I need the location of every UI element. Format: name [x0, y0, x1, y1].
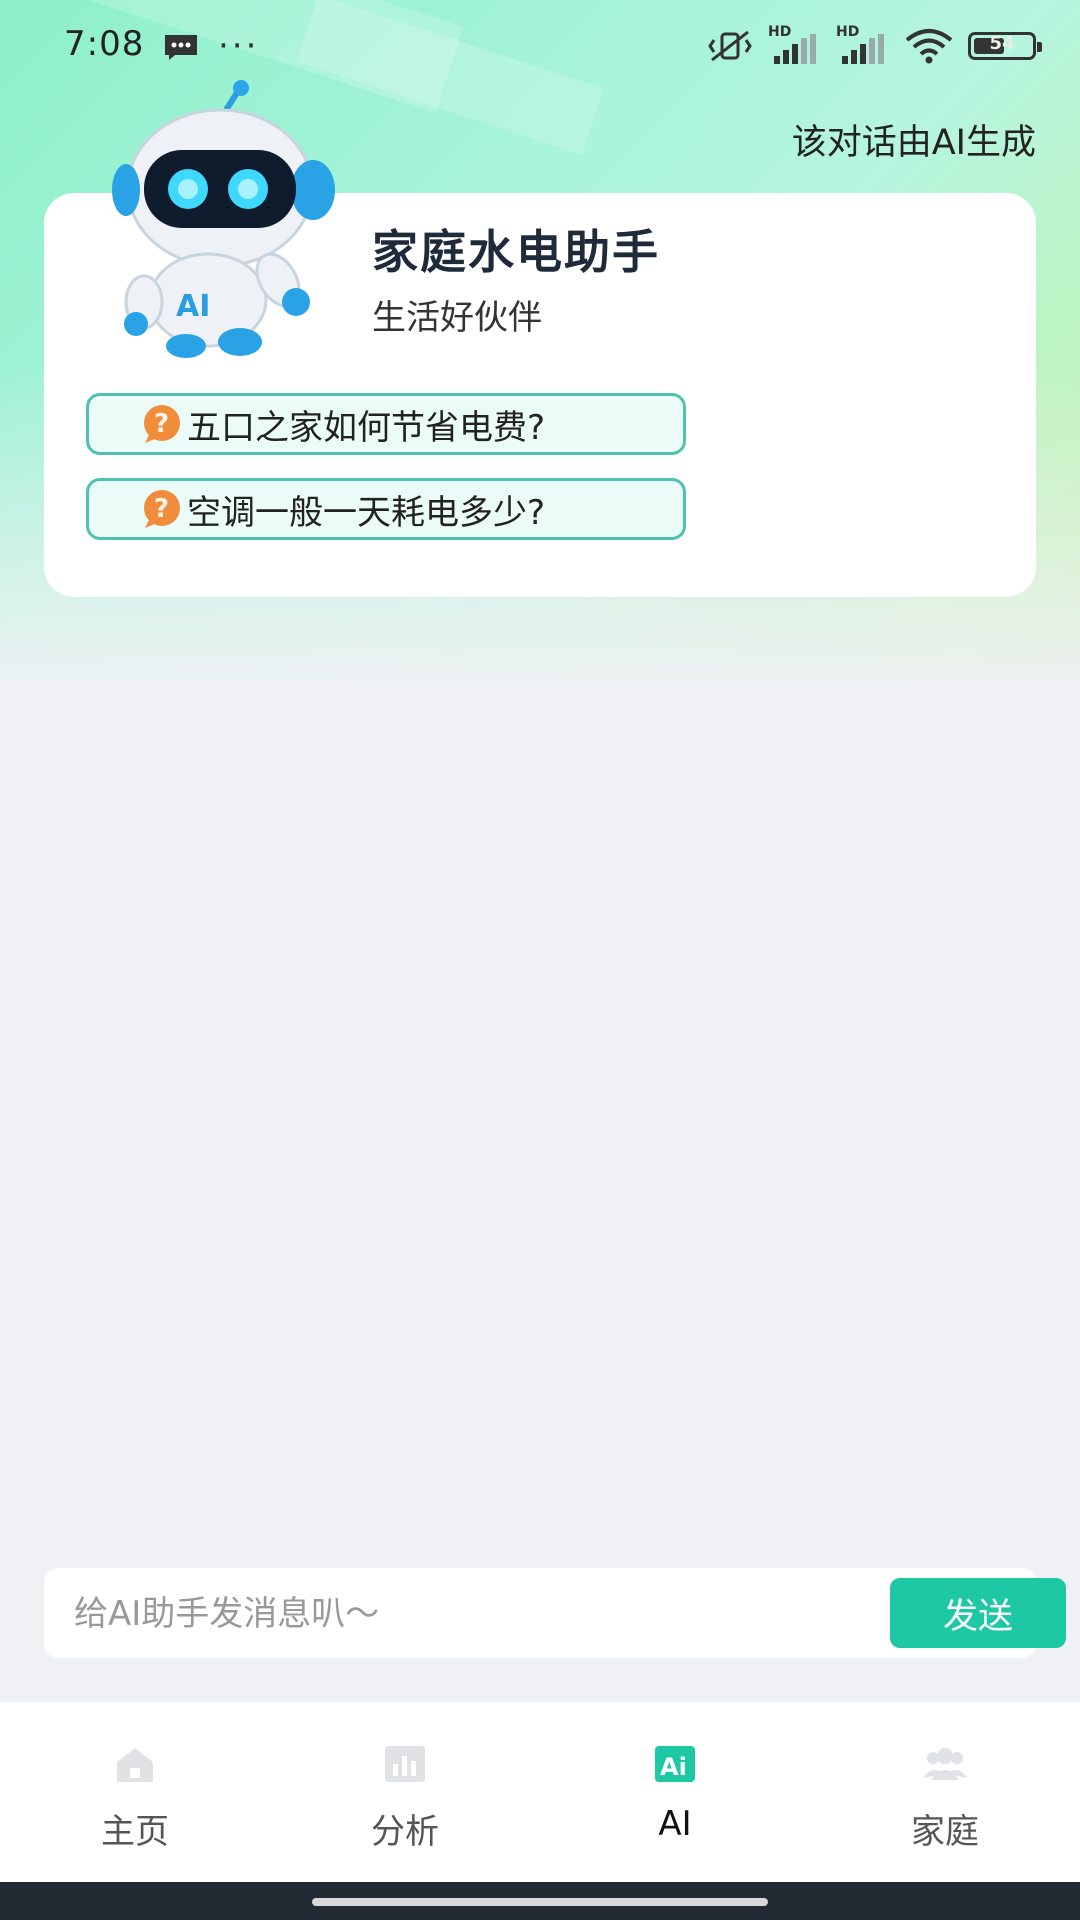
svg-text:Ai: Ai — [660, 1753, 687, 1781]
home-icon — [117, 1748, 153, 1782]
family-icon — [923, 1748, 967, 1780]
status-right-group: HD HD 54 — [706, 24, 1042, 66]
battery-level: 54 — [989, 33, 1015, 54]
nav-label: 分析 — [371, 1812, 439, 1852]
ai-icon: Ai — [655, 1746, 695, 1782]
message-input[interactable] — [72, 1583, 876, 1645]
svg-text:?: ? — [154, 494, 169, 524]
nav-item-home[interactable]: 主页 — [0, 1702, 270, 1882]
suggestion-text: 五口之家如何节省电费? — [187, 407, 546, 448]
suggestion-text: 空调一般一天耗电多少? — [187, 492, 546, 533]
chart-icon — [385, 1746, 425, 1782]
system-gesture-bar — [0, 1882, 1080, 1920]
nav-item-ai[interactable]: Ai AI — [540, 1702, 810, 1882]
svg-text:AI: AI — [176, 289, 210, 324]
battery-icon: 54 — [968, 32, 1042, 60]
nav-label: AI — [658, 1804, 692, 1844]
nav-item-analysis[interactable]: 分析 — [270, 1702, 540, 1882]
suggestion-chip-2[interactable]: ? 空调一般一天耗电多少? — [86, 478, 686, 540]
ai-generated-notice: 该对话由AI生成 — [791, 123, 1036, 163]
home-gesture-handle[interactable] — [312, 1898, 768, 1906]
nav-label: 家庭 — [911, 1812, 979, 1852]
question-bubble-icon: ? — [144, 405, 180, 443]
svg-text:?: ? — [154, 409, 169, 439]
message-notification-icon — [165, 35, 197, 60]
wifi-icon — [905, 29, 953, 64]
nav-item-family[interactable]: 家庭 — [810, 1702, 1080, 1882]
question-bubble-icon: ? — [144, 490, 180, 528]
assistant-subtitle: 生活好伙伴 — [372, 298, 542, 338]
vibrate-mute-icon — [708, 30, 752, 62]
signal-1-icon: HD — [768, 24, 822, 64]
bottom-navigation: 主页 分析 Ai AI 家庭 — [0, 1702, 1080, 1882]
suggestion-chip-1[interactable]: ? 五口之家如何节省电费? — [86, 393, 686, 455]
more-notifications-icon: ··· — [218, 26, 260, 66]
assistant-title: 家庭水电助手 — [372, 225, 660, 279]
nav-label: 主页 — [101, 1812, 169, 1852]
send-button[interactable]: 发送 — [890, 1578, 1066, 1648]
robot-mascot-image: AI — [112, 80, 335, 358]
signal-2-icon: HD — [836, 24, 890, 64]
status-bar: 7:08 ··· HD HD 54 — [0, 0, 1080, 92]
message-input-bar: 发送 — [44, 1568, 1066, 1658]
status-time: 7:08 — [64, 24, 145, 64]
